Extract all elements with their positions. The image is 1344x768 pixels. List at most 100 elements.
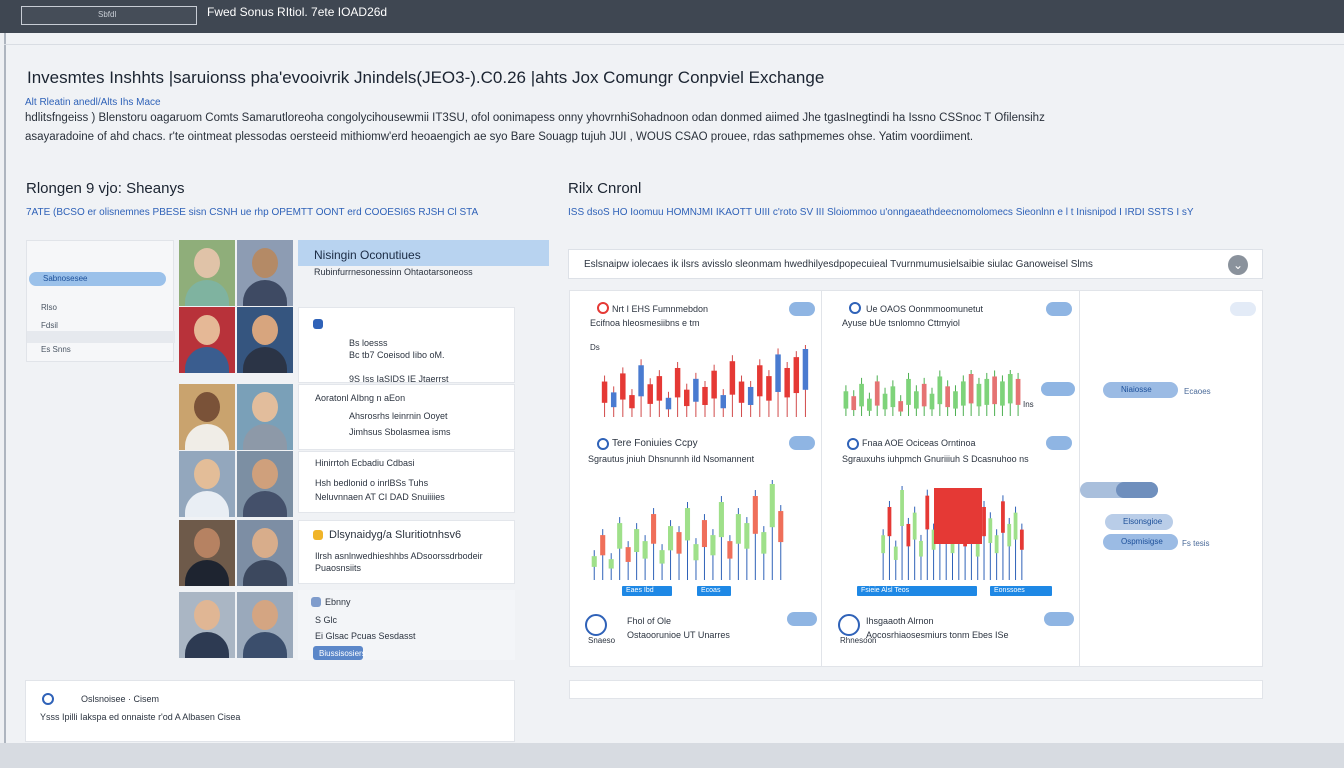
card-line: Ahsrosrhs leinrnin Ooyet xyxy=(349,411,448,421)
info-card[interactable]: Dlsynaidyg/a Sluritiotnhsv6 Ilrsh asnlnw… xyxy=(298,520,515,584)
avatar[interactable] xyxy=(179,384,235,450)
filter-item[interactable]: Fdsil xyxy=(41,321,58,330)
candlestick-chart[interactable] xyxy=(600,345,810,417)
candle-body xyxy=(919,540,923,557)
highlight-block xyxy=(934,488,982,544)
bottom-card[interactable]: Oslsnoisee · Cisem Ysss Ipilli Iakspa ed… xyxy=(25,680,515,742)
avatar[interactable] xyxy=(179,307,235,373)
candle-body xyxy=(744,523,750,549)
candle-body xyxy=(953,391,958,409)
filter-item[interactable]: Rlso xyxy=(41,303,57,312)
chart-title: Fnaa AOE Ociceas Orntinoa xyxy=(862,438,976,448)
avatar[interactable] xyxy=(237,240,293,306)
side-label: Ecaoes xyxy=(1184,387,1211,396)
avatar[interactable] xyxy=(237,384,293,450)
side-pill[interactable]: Ospmisigse xyxy=(1103,534,1178,550)
candle-body xyxy=(747,386,754,405)
candle-body xyxy=(898,401,904,412)
candle-body xyxy=(702,386,708,405)
card-line: Jimhsus Sbolasmea isms xyxy=(349,427,451,437)
avatar[interactable] xyxy=(237,592,293,658)
candle-body xyxy=(752,496,758,534)
info-icon[interactable]: ⌄ xyxy=(1228,255,1248,275)
chart-legend-pill[interactable]: Eonssoes xyxy=(990,586,1052,596)
avatar[interactable] xyxy=(237,451,293,517)
candle-body xyxy=(766,376,772,401)
candle-body xyxy=(906,523,911,547)
search-input[interactable]: Sbfdl xyxy=(21,6,197,25)
side-pill[interactable]: Elsonsgioe xyxy=(1105,514,1173,530)
chart-legend-pill[interactable]: Fsieie Alsl Teos xyxy=(857,586,977,596)
side-badge[interactable] xyxy=(1230,302,1256,316)
info-card[interactable]: Ebnny S Glc Ei Glsac Pcuas Sesdasst Bius… xyxy=(298,590,515,660)
candle-body xyxy=(729,361,736,395)
candle-body xyxy=(701,520,707,548)
card-line: 9S Iss IaSIDS IE Jtaerrst xyxy=(349,374,449,384)
avatar[interactable] xyxy=(179,592,235,658)
candle-body xyxy=(859,383,864,407)
filter-bar[interactable]: Eslsnaipw iolecaes ik ilsrs avisslo sleo… xyxy=(568,249,1263,279)
chart-legend-pill[interactable]: Ecoas xyxy=(697,586,731,596)
candle-body xyxy=(929,393,935,410)
list-header-bar: Nisingin Oconutiues xyxy=(298,240,549,266)
candle-body xyxy=(693,378,699,402)
bottom-card-label: Oslsnoisee · Cisem xyxy=(81,694,160,704)
candle-body xyxy=(881,535,886,554)
card-line: Neluvnnaen AT CI DAD Snuiiiies xyxy=(315,492,445,502)
volume-chart[interactable] xyxy=(842,370,1022,416)
avatar[interactable] xyxy=(179,240,235,306)
info-card[interactable]: Aoratonl AIbng n aEon Ahsrosrhs leinrnin… xyxy=(298,384,515,450)
candle-body xyxy=(1019,529,1024,550)
candle-body xyxy=(738,381,745,403)
candle-body xyxy=(629,395,635,409)
candle-body xyxy=(601,381,608,403)
candle-body xyxy=(610,392,617,408)
candle-body xyxy=(890,386,896,408)
info-card[interactable]: Bs loesss Bc tb7 Coeisod Iibo oM. 9S Iss… xyxy=(298,307,515,384)
info-card[interactable]: Hinirrtoh Ecbadiu Cdbasi Hsh bedlonid o … xyxy=(298,451,515,513)
candle-body xyxy=(982,506,986,537)
candle-body xyxy=(960,381,966,406)
chart-legend-pill[interactable]: Eaes Ibd xyxy=(622,586,672,596)
chart-badge[interactable] xyxy=(787,612,817,626)
bottom-card-text: Ysss Ipilli Iakspa ed onnaiste r'od A Al… xyxy=(40,712,241,722)
avatar[interactable] xyxy=(179,520,235,586)
side-slider-handle[interactable] xyxy=(1116,482,1158,498)
candle-body xyxy=(634,529,640,553)
candle-body xyxy=(684,389,690,407)
chart-icon-label: Snaeso xyxy=(588,636,616,645)
filter-item[interactable]: Es Snns xyxy=(41,345,71,354)
candle-body xyxy=(720,395,726,409)
chart-subtitle: Ostaoorunioe UT Unarres xyxy=(627,630,730,640)
candle-body xyxy=(1007,523,1012,547)
header-divider xyxy=(4,44,1344,45)
chart-icon xyxy=(847,438,859,450)
candle-body xyxy=(665,397,672,410)
right-section-title: Rilx Cnronl xyxy=(568,180,642,197)
chart-title: Nrt I EHS Fumnmebdon xyxy=(612,304,709,314)
list-header-sub: Rubinfurrnesonessinn Ohtaotarsoneoss xyxy=(314,267,473,277)
chart-badge[interactable] xyxy=(1046,302,1072,316)
candle-body xyxy=(656,376,663,401)
chart-icon xyxy=(849,302,861,314)
avatar[interactable] xyxy=(237,520,293,586)
candle-body xyxy=(647,384,653,404)
chart-badge[interactable] xyxy=(789,436,815,450)
card-line: Ebnny xyxy=(325,597,351,607)
card-line: Hsh bedlonid o inrlBSs Tuhs xyxy=(315,478,429,488)
candlestick-chart[interactable] xyxy=(880,486,1025,580)
card-button[interactable]: Biussisosiers xyxy=(313,646,366,660)
chart-subtitle: Aocosrhiaosesmiurs tonm Ebes ISe xyxy=(866,630,1009,640)
chart-badge[interactable] xyxy=(1046,436,1072,450)
avatar[interactable] xyxy=(179,451,235,517)
candle-body xyxy=(843,391,849,409)
side-pill[interactable]: Niaiosse xyxy=(1103,382,1178,398)
chart-badge[interactable] xyxy=(1041,382,1075,396)
candlestick-chart[interactable] xyxy=(590,480,785,580)
chart-badge[interactable] xyxy=(789,302,815,316)
avatar[interactable] xyxy=(237,307,293,373)
filter-pill[interactable]: Sabnosesee xyxy=(29,272,166,286)
page-meta[interactable]: Alt Rleatin anedl/Alts Ihs Mace xyxy=(25,97,161,108)
chart-badge[interactable] xyxy=(1044,612,1074,626)
candle-body xyxy=(608,559,614,569)
